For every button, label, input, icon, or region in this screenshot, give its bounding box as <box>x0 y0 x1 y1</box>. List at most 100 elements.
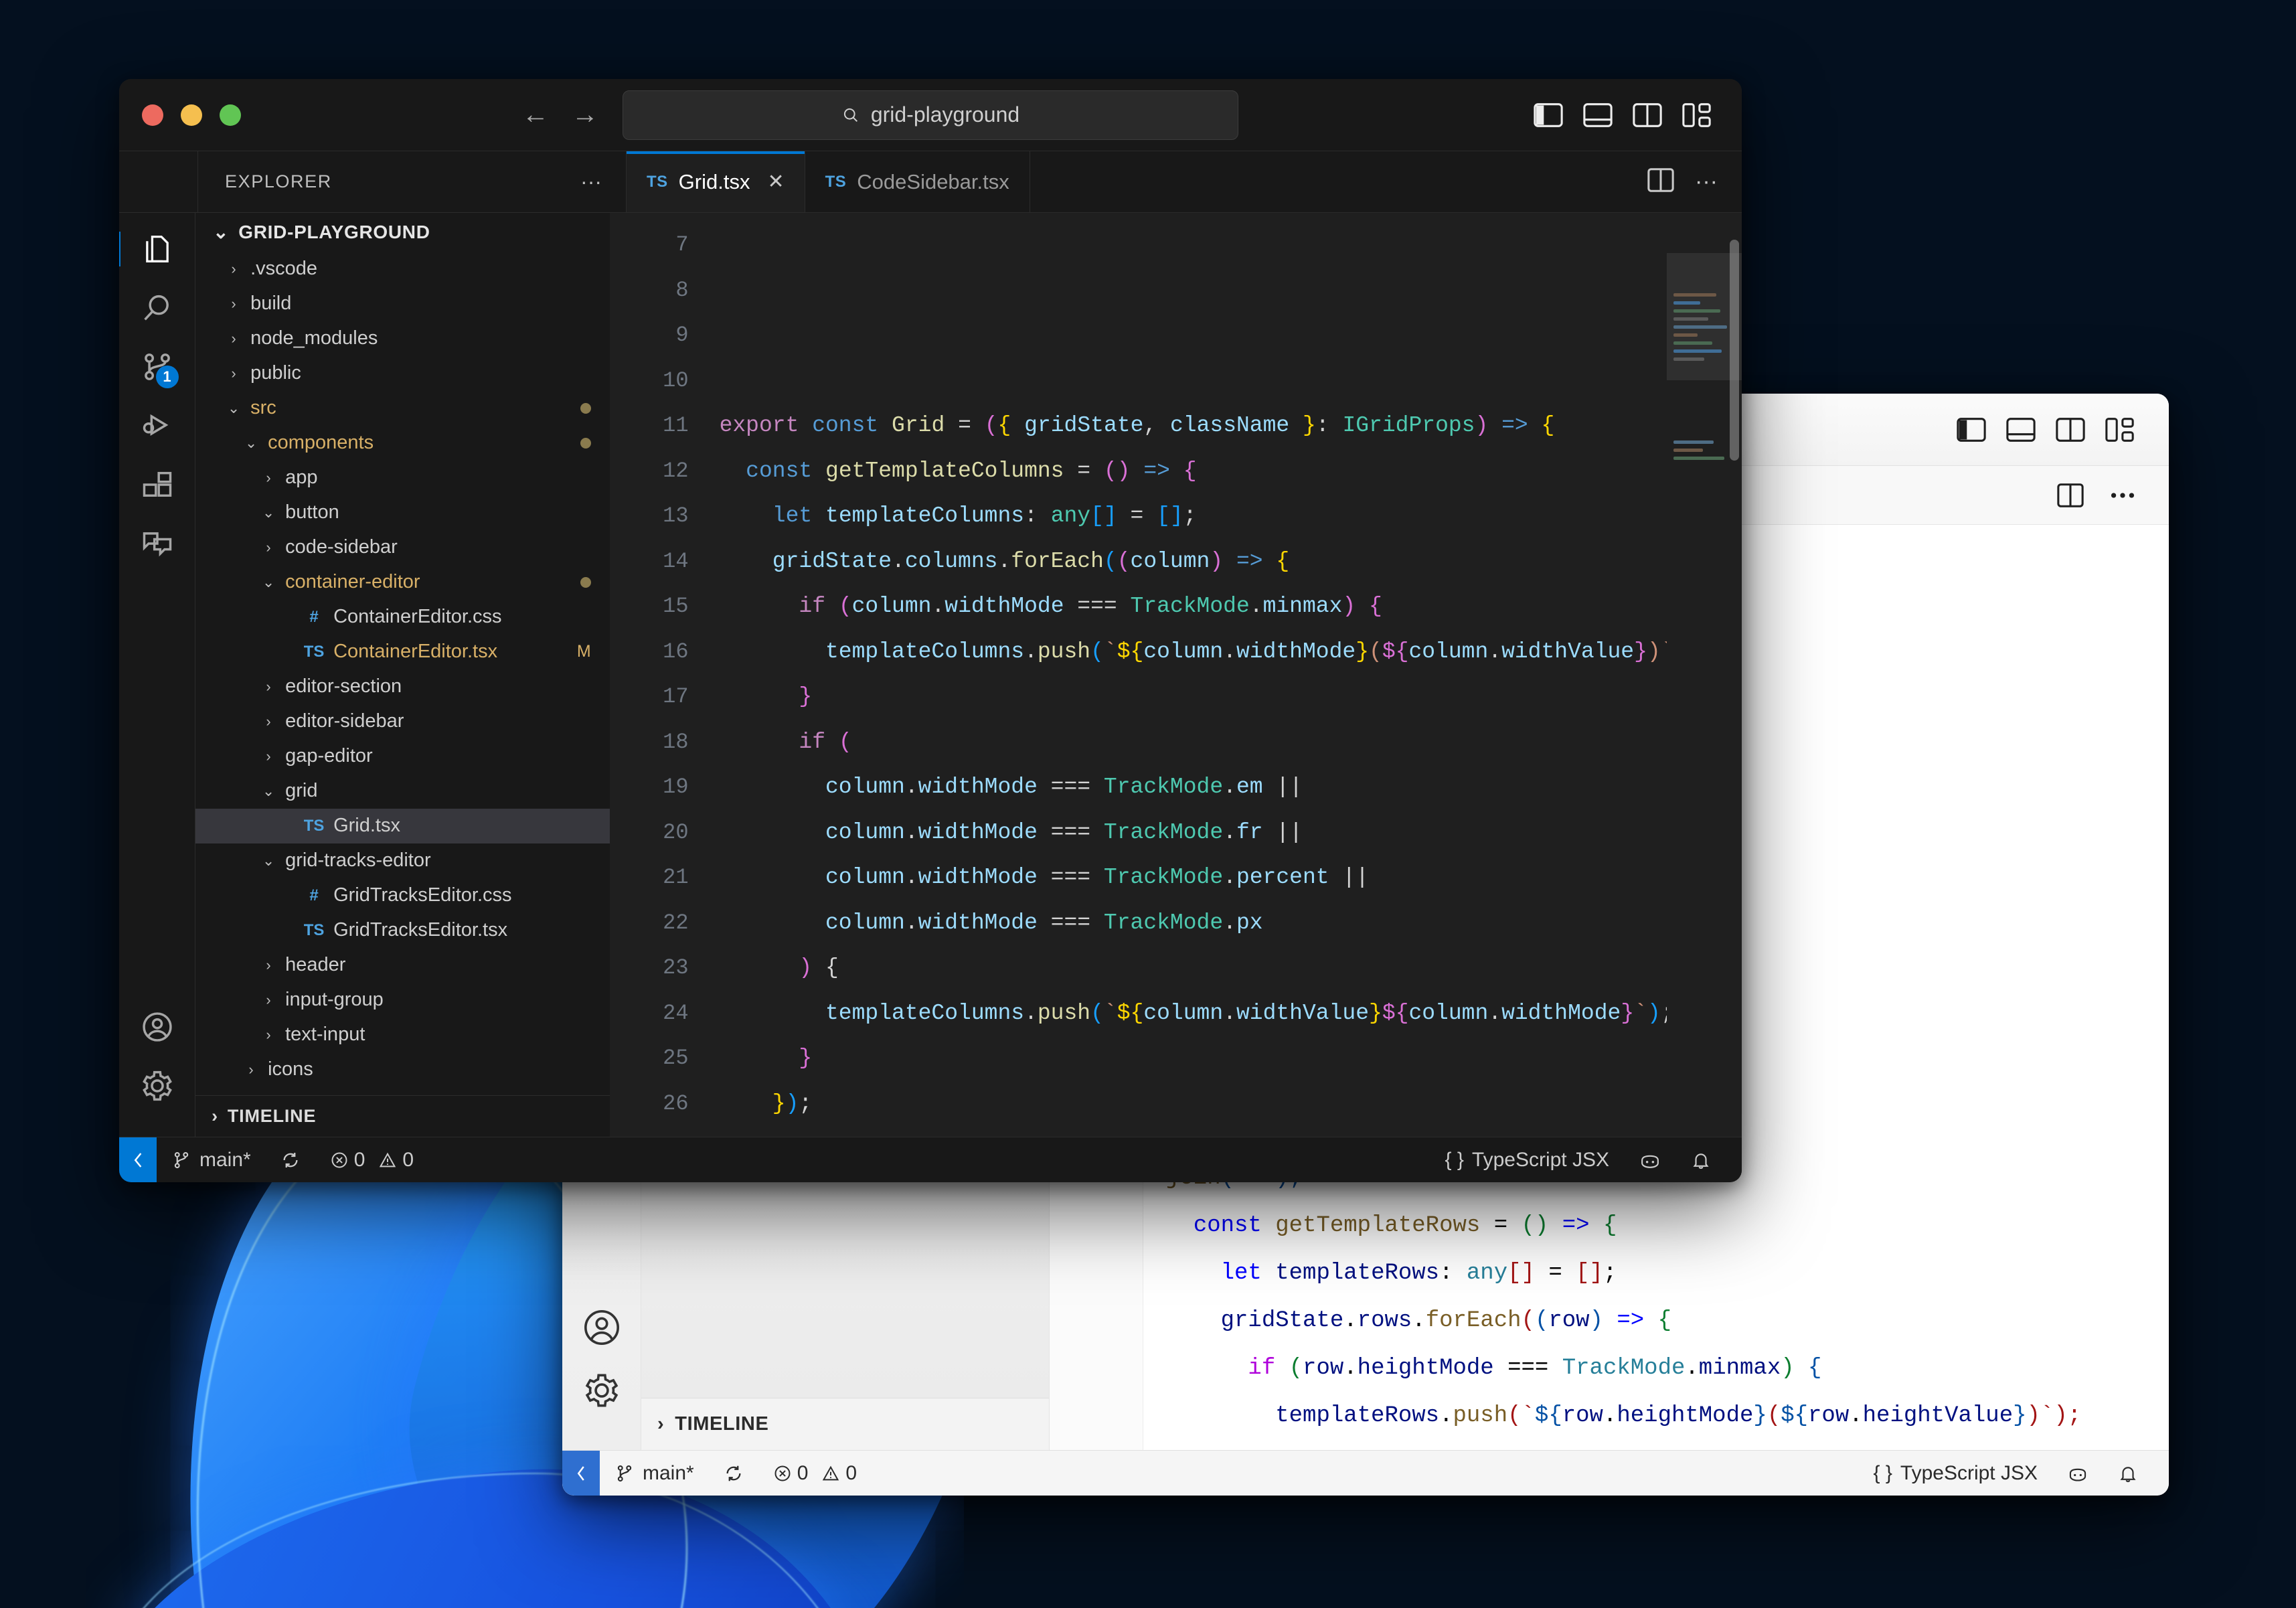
manage-settings-button[interactable] <box>140 1068 175 1103</box>
status-branch[interactable]: main* <box>157 1149 266 1172</box>
sidebar-item-run-and-debug[interactable] <box>140 408 175 443</box>
code-line[interactable]: templateRows.push(`${row.heightMode}(${r… <box>1166 1392 2169 1440</box>
more-actions-icon[interactable] <box>2107 482 2138 509</box>
code-line[interactable]: ) { <box>720 945 1667 991</box>
tab-codesidebar-tsx[interactable]: TS CodeSidebar.tsx <box>805 151 1030 212</box>
tree-item-containereditor-tsx[interactable]: TS ContainerEditor.tsx M <box>195 635 610 669</box>
code-line[interactable]: column.widthMode === TrackMode.fr || <box>720 810 1667 856</box>
status-language[interactable]: { } TypeScript JSX <box>1859 1462 2052 1485</box>
status-copilot[interactable] <box>2052 1463 2103 1483</box>
tree-item-gridtrackseditor-css[interactable]: # GridTracksEditor.css <box>195 878 610 913</box>
code-line[interactable]: const getTemplateColumns = () => { <box>720 449 1667 494</box>
code-line[interactable]: } <box>720 674 1667 720</box>
timeline-section[interactable]: › TIMELINE <box>195 1095 610 1137</box>
minimap[interactable] <box>1666 213 1742 1137</box>
toggle-primary-sidebar-icon[interactable] <box>1533 102 1564 129</box>
tree-item-text-input[interactable]: › text-input <box>195 1018 610 1052</box>
dark-explorer-sidebar[interactable]: ⌄ GRID-PLAYGROUND › .vscode › build › node_mo… <box>195 213 610 1137</box>
vscode-window-primary[interactable]: ← → grid-playground EXPLORER ··· TS Grid… <box>119 79 1742 1182</box>
tree-item--vscode[interactable]: › .vscode <box>195 252 610 287</box>
code-line[interactable] <box>720 358 1667 404</box>
quick-open-search[interactable]: grid-playground <box>623 90 1238 140</box>
close-window-button[interactable] <box>142 104 163 126</box>
dark-activity-bar[interactable]: 1 <box>119 213 196 1137</box>
navigate-back-icon[interactable]: ← <box>522 100 549 130</box>
code-line[interactable]: templateColumns.push(`${column.widthValu… <box>720 991 1667 1036</box>
status-notifications[interactable] <box>2103 1463 2153 1483</box>
dark-status-bar[interactable]: main* 0 0 { } TypeScript JSX <box>119 1137 1742 1182</box>
status-notifications[interactable] <box>1676 1150 1726 1170</box>
code-line[interactable]: if (column.widthMode === TrackMode.minma… <box>720 584 1667 629</box>
more-actions-icon[interactable]: ··· <box>1695 169 1718 195</box>
toggle-secondary-sidebar-icon[interactable] <box>2055 416 2086 443</box>
code-line[interactable]: export const Grid = ({ gridState, classN… <box>720 403 1667 449</box>
tree-item-grid[interactable]: ⌄ grid <box>195 774 610 809</box>
tree-item-components[interactable]: ⌄ components <box>195 426 610 461</box>
navigate-forward-icon[interactable]: → <box>572 100 598 130</box>
code-line[interactable]: let formattedColumns = templateColumns.j… <box>720 1126 1667 1137</box>
code-line[interactable]: if ( <box>720 720 1667 765</box>
tree-item-grid-tracks-editor[interactable]: ⌄ grid-tracks-editor <box>195 843 610 878</box>
tree-item-node_modules[interactable]: › node_modules <box>195 321 610 356</box>
light-timeline-section[interactable]: › TIMELINE <box>641 1398 1049 1450</box>
tree-item-icons[interactable]: › icons <box>195 1052 610 1087</box>
dark-editor[interactable]: 7891011121314151617181920212223242526272… <box>609 213 1742 1137</box>
tree-item-public[interactable]: › public <box>195 356 610 391</box>
tree-item-containereditor-css[interactable]: # ContainerEditor.css <box>195 600 610 635</box>
status-sync[interactable] <box>709 1463 758 1483</box>
code-line[interactable]: gridState.columns.forEach((column) => { <box>720 539 1667 584</box>
tab-grid-tsx[interactable]: TS Grid.tsx ✕ <box>627 151 805 212</box>
sidebar-item-extensions[interactable] <box>140 467 175 502</box>
status-problems[interactable]: 0 0 <box>315 1149 428 1172</box>
tree-item-code-sidebar[interactable]: › code-sidebar <box>195 530 610 565</box>
dark-tabs-bar[interactable]: EXPLORER ··· TS Grid.tsx ✕ TS CodeSidebar.ts… <box>119 151 1742 213</box>
gear-icon[interactable] <box>582 1371 621 1410</box>
code-line[interactable]: } <box>720 1036 1667 1081</box>
code-line[interactable]: column.widthMode === TrackMode.percent |… <box>720 855 1667 900</box>
code-line[interactable]: if (row.heightMode === TrackMode.minmax)… <box>1166 1345 2169 1392</box>
tree-item-grid-tsx[interactable]: TS Grid.tsx <box>195 808 610 843</box>
status-branch[interactable]: main* <box>600 1462 709 1485</box>
maximize-window-button[interactable] <box>220 104 241 126</box>
sidebar-item-search[interactable] <box>140 291 175 325</box>
tree-item-input-group[interactable]: › input-group <box>195 983 610 1018</box>
sidebar-item-explorer[interactable] <box>119 232 175 266</box>
close-tab-icon[interactable]: ✕ <box>767 170 784 193</box>
tree-item-button[interactable]: ⌄ button <box>195 495 610 530</box>
explorer-more-icon[interactable]: ··· <box>580 169 626 194</box>
dark-file-tree[interactable]: › .vscode › build › node_modules › public ⌄ src ⌄ c… <box>195 252 610 1095</box>
tree-item-app[interactable]: › app <box>195 461 610 495</box>
toggle-secondary-sidebar-icon[interactable] <box>1632 102 1663 129</box>
customize-layout-icon[interactable] <box>1682 102 1712 129</box>
tree-item-gap-editor[interactable]: › gap-editor <box>195 739 610 774</box>
code-line[interactable]: templateColumns.push(`${column.widthMode… <box>720 629 1667 675</box>
window-traffic-lights[interactable] <box>119 104 241 126</box>
status-sync[interactable] <box>266 1150 315 1170</box>
sidebar-item-chat[interactable] <box>140 526 175 561</box>
tree-item-container-editor[interactable]: ⌄ container-editor <box>195 565 610 600</box>
tree-item-editor-sidebar[interactable]: › editor-sidebar <box>195 704 610 739</box>
dark-code-content[interactable]: export const Grid = ({ gridState, classN… <box>708 213 1667 1137</box>
minimize-window-button[interactable] <box>181 104 202 126</box>
code-line[interactable]: let templateColumns: any[] = []; <box>720 493 1667 539</box>
code-line[interactable]: column.widthMode === TrackMode.px <box>720 900 1667 946</box>
code-line[interactable]: const getTemplateRows = () => { <box>1166 1202 2169 1250</box>
split-editor-icon[interactable] <box>2056 482 2084 509</box>
explorer-root-folder[interactable]: ⌄ GRID-PLAYGROUND <box>195 213 610 252</box>
account-icon[interactable] <box>582 1308 621 1347</box>
code-line[interactable]: column.widthMode === TrackMode.em || <box>720 765 1667 810</box>
status-copilot[interactable] <box>1624 1150 1676 1170</box>
tree-item-editor-section[interactable]: › editor-section <box>195 669 610 704</box>
tree-item-src[interactable]: ⌄ src <box>195 391 610 426</box>
toggle-panel-icon[interactable] <box>1582 102 1613 129</box>
tree-item-gridtrackseditor-tsx[interactable]: TS GridTracksEditor.tsx <box>195 913 610 948</box>
sidebar-item-source-control[interactable]: 1 <box>140 349 179 388</box>
remote-window-icon[interactable] <box>119 1137 157 1182</box>
code-line[interactable]: gridState.rows.forEach((row) => { <box>1166 1297 2169 1345</box>
code-line[interactable]: }); <box>720 1081 1667 1127</box>
toggle-panel-icon[interactable] <box>2005 416 2036 443</box>
customize-layout-icon[interactable] <box>2105 416 2135 443</box>
remote-window-icon[interactable] <box>562 1451 600 1496</box>
code-line[interactable]: let templateRows: any[] = []; <box>1166 1250 2169 1297</box>
tree-item-header[interactable]: › header <box>195 948 610 983</box>
